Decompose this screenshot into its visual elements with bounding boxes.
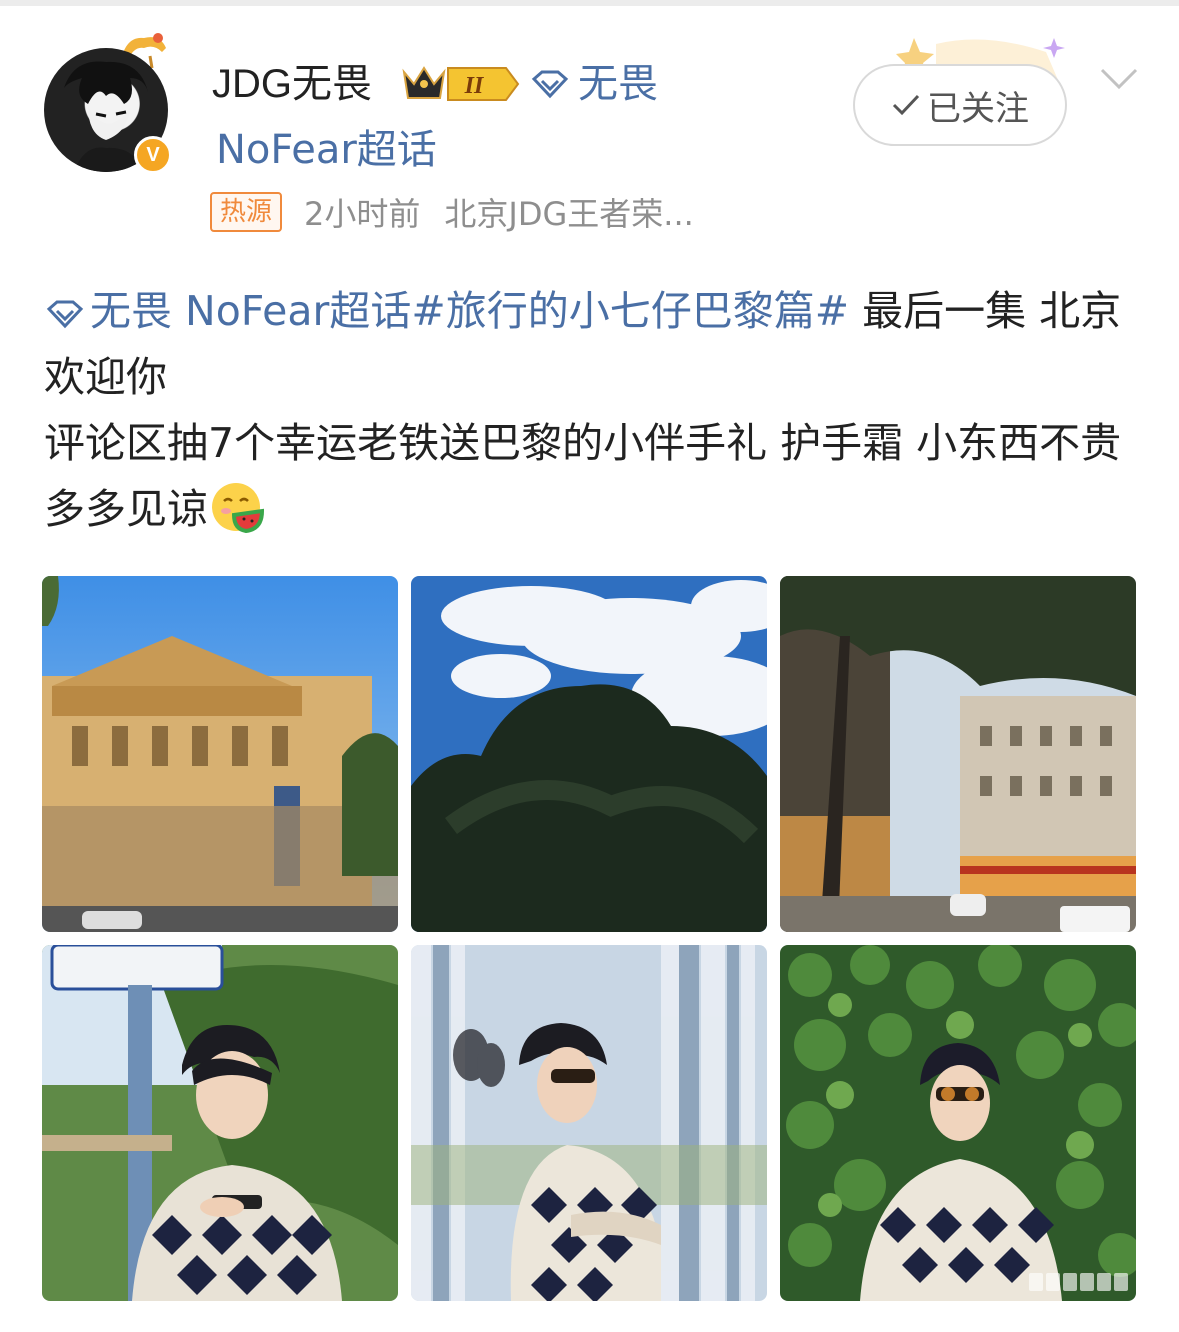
post-content: 无畏 NoFear超话#旅行的小七仔巴黎篇# 最后一集 北京欢迎你 评论区抽7个…	[44, 278, 1144, 542]
avatar[interactable]: V	[44, 33, 172, 174]
chevron-down-icon[interactable]	[1098, 64, 1140, 94]
photo-portrait-ivy[interactable]	[780, 945, 1136, 1301]
username[interactable]: JDG无畏	[212, 58, 372, 110]
top-bar	[0, 0, 1179, 6]
follow-label: 已关注	[927, 88, 1029, 129]
post-source[interactable]: 北京JDG王者荣...	[444, 189, 693, 235]
watermark-icon	[1008, 1273, 1128, 1295]
follow-button[interactable]: 已关注	[853, 64, 1067, 146]
diamond-icon	[46, 300, 84, 329]
photo-portrait-sign[interactable]	[42, 945, 398, 1301]
photo-sky-tree[interactable]	[411, 576, 767, 932]
eating-watermelon-emoji-icon	[212, 483, 265, 534]
topic-tag-link[interactable]: 无畏 NoFear超话	[44, 287, 411, 335]
super-topic-label[interactable]: 无畏	[530, 58, 658, 110]
diamond-icon	[531, 70, 569, 99]
hashtag-link[interactable]: #旅行的小七仔巴黎篇#	[411, 287, 849, 335]
photo-opera-house[interactable]	[42, 576, 398, 932]
photo-portrait-mirrors[interactable]	[411, 945, 767, 1301]
check-icon	[892, 94, 920, 116]
super-topic-text: 无畏	[578, 61, 658, 107]
photo-paris-street[interactable]	[780, 576, 1136, 932]
post-time: 2小时前	[304, 195, 421, 233]
verified-badge-icon: V	[134, 136, 172, 174]
vip-crown-badge-icon[interactable]: II	[402, 62, 520, 106]
hot-source-tag[interactable]: 热源	[210, 192, 283, 232]
vip-level: II	[464, 73, 485, 99]
post-text-line2: 评论区抽7个幸运老铁送巴黎的小伴手礼 护手霜 小东西不贵 多多见谅	[44, 419, 1122, 533]
topic-link[interactable]: NoFear超话	[216, 124, 437, 176]
post-meta: 热源 2小时前 北京JDG王者荣...	[210, 190, 694, 234]
